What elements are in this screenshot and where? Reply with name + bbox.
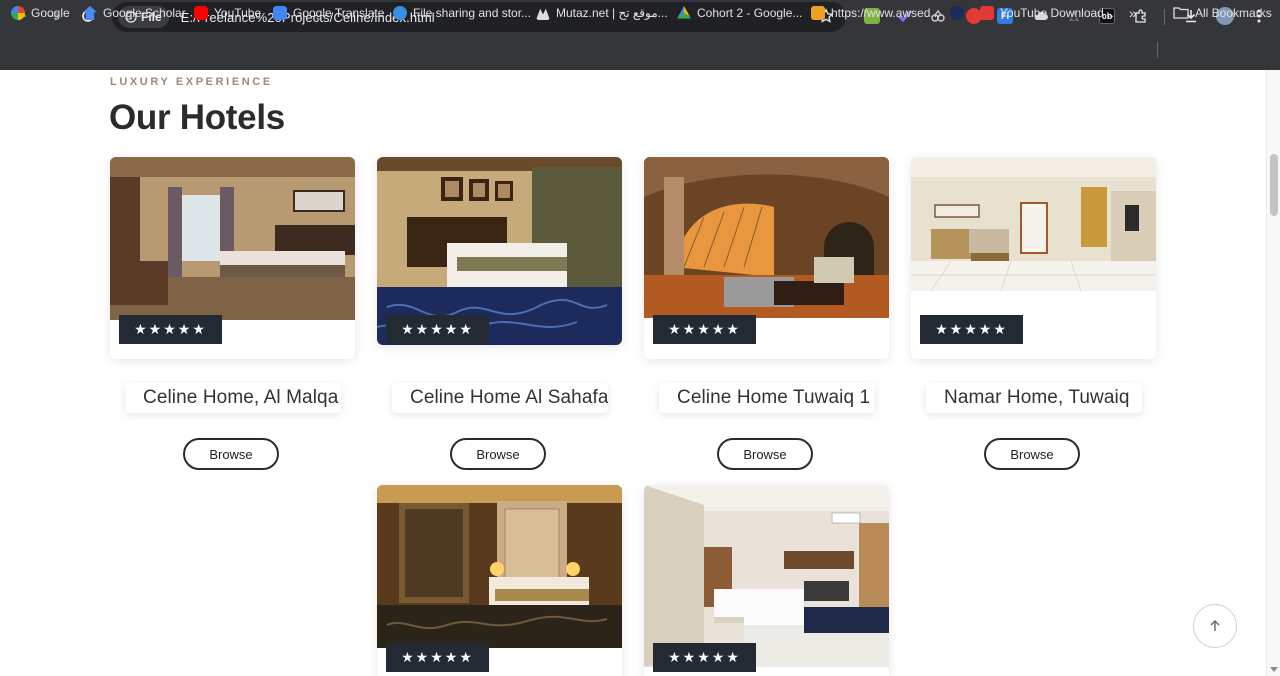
mutaz-icon bbox=[536, 8, 550, 20]
bookmark-file-sharing[interactable]: File sharing and stor... bbox=[393, 4, 531, 22]
bookmark-label: Google bbox=[31, 6, 70, 20]
hotel-name-pill: Celine Home, Al Malqa bbox=[125, 383, 341, 413]
browse-button[interactable]: Browse bbox=[717, 438, 813, 470]
translate-icon bbox=[273, 6, 287, 20]
hotel-photo bbox=[911, 157, 1156, 291]
bookmark-label: Cohort 2 - Google... bbox=[697, 6, 803, 20]
arrow-up-icon bbox=[1210, 620, 1220, 631]
youtube-icon bbox=[194, 6, 208, 20]
star-rating: ★★★★★ bbox=[119, 315, 222, 344]
folder-icon bbox=[1173, 7, 1189, 19]
browse-button[interactable]: Browse bbox=[450, 438, 546, 470]
hotel-name-pill: Celine Home Tuwaiq 1 bbox=[659, 383, 875, 413]
star-rating: ★★★★★ bbox=[386, 315, 489, 344]
bookmarks-divider bbox=[1157, 42, 1158, 58]
page-scrollbar[interactable] bbox=[1266, 70, 1280, 676]
star-rating: ★★★★★ bbox=[653, 315, 756, 344]
bookmark-label: https://www.awsed... bbox=[831, 6, 941, 20]
download-bm-icon bbox=[980, 6, 994, 20]
section-title: Our Hotels bbox=[109, 98, 285, 137]
bookmark-label: Google Translate bbox=[293, 6, 385, 20]
bookmark-label: YouTube bbox=[214, 6, 262, 20]
browser-chrome: File E:/Freelance%20Projects/Celine/inde… bbox=[0, 0, 1280, 70]
hotel-name: Celine Home, Al Malqa bbox=[143, 387, 339, 408]
star-rating: ★★★★★ bbox=[653, 643, 756, 672]
section-eyebrow: LUXURY EXPERIENCE bbox=[110, 76, 273, 88]
hotel-name: Celine Home Tuwaiq 1 bbox=[677, 387, 871, 408]
hotel-photo bbox=[644, 485, 889, 667]
toolbar-divider bbox=[1164, 9, 1165, 25]
star-rating-stars: ★★★★★ bbox=[401, 649, 474, 665]
hotel-card[interactable]: ★★★★★ bbox=[644, 157, 889, 359]
aws-icon bbox=[811, 6, 825, 20]
hotel-card[interactable]: ★★★★★ bbox=[911, 157, 1156, 359]
scrollbar-thumb[interactable] bbox=[1270, 154, 1278, 216]
bookmark-mutaz[interactable]: Mutaz.net | موقع تح... bbox=[536, 4, 668, 22]
google-icon bbox=[11, 6, 25, 20]
bookmark-globe[interactable] bbox=[950, 4, 964, 22]
more-bookmarks-button[interactable]: » bbox=[1129, 4, 1137, 22]
all-bookmarks-button[interactable]: All Bookmarks bbox=[1173, 4, 1272, 22]
star-rating-stars: ★★★★★ bbox=[401, 321, 474, 337]
bookmark-google-translate[interactable]: Google Translate bbox=[273, 4, 384, 22]
hotel-card[interactable]: ★★★★★ bbox=[110, 157, 355, 359]
star-rating-stars: ★★★★★ bbox=[668, 321, 741, 337]
bookmark-label: Google Scholar bbox=[103, 6, 186, 20]
hotel-name: Celine Home Al Sahafa bbox=[410, 387, 608, 408]
star-rating: ★★★★★ bbox=[386, 643, 489, 672]
hotel-name-pill: Celine Home Al Sahafa bbox=[392, 383, 608, 413]
star-rating-stars: ★★★★★ bbox=[134, 321, 207, 337]
bookmark-label: Mutaz.net | موقع تح... bbox=[556, 6, 668, 20]
bookmark-youtube-download[interactable]: YouTube Download... bbox=[980, 4, 1114, 22]
bookmark-cohort[interactable]: Cohort 2 - Google... bbox=[677, 4, 802, 22]
hotel-card[interactable]: ★★★★★ bbox=[377, 157, 622, 345]
bookmark-google[interactable]: Google bbox=[11, 4, 70, 22]
scholar-icon bbox=[83, 6, 97, 20]
bookmark-label: File sharing and stor... bbox=[413, 6, 532, 20]
hotel-photo bbox=[644, 157, 889, 318]
hotel-card[interactable]: ★★★★★ bbox=[644, 485, 889, 676]
browse-button[interactable]: Browse bbox=[183, 438, 279, 470]
star-rating-stars: ★★★★★ bbox=[668, 649, 741, 665]
bookmark-youtube[interactable]: YouTube bbox=[194, 4, 261, 22]
all-bookmarks-label: All Bookmarks bbox=[1195, 6, 1272, 20]
hotel-card[interactable]: ★★★★★ bbox=[377, 485, 622, 676]
browse-button[interactable]: Browse bbox=[984, 438, 1080, 470]
bookmark-label: YouTube Download... bbox=[1000, 6, 1114, 20]
hotel-photo bbox=[110, 157, 355, 320]
drive-icon bbox=[677, 6, 691, 19]
more-bookmarks-label: » bbox=[1129, 5, 1137, 21]
scroll-down-arrow-icon[interactable] bbox=[1270, 667, 1278, 672]
hotel-name-pill: Namar Home, Tuwaiq bbox=[926, 383, 1142, 413]
bookmark-google-scholar[interactable]: Google Scholar bbox=[83, 4, 186, 22]
back-to-top-button[interactable] bbox=[1193, 604, 1237, 648]
globe-icon bbox=[950, 6, 964, 20]
hotel-photo bbox=[377, 485, 622, 648]
hotel-name: Namar Home, Tuwaiq bbox=[944, 387, 1130, 408]
page-viewport: LUXURY EXPERIENCE Our Hotels ★★★★★ ★★★★★… bbox=[0, 70, 1280, 676]
file-share-icon bbox=[393, 6, 407, 20]
star-rating: ★★★★★ bbox=[920, 315, 1023, 344]
bookmark-aws[interactable]: https://www.awsed... bbox=[811, 4, 940, 22]
star-rating-stars: ★★★★★ bbox=[935, 321, 1008, 337]
